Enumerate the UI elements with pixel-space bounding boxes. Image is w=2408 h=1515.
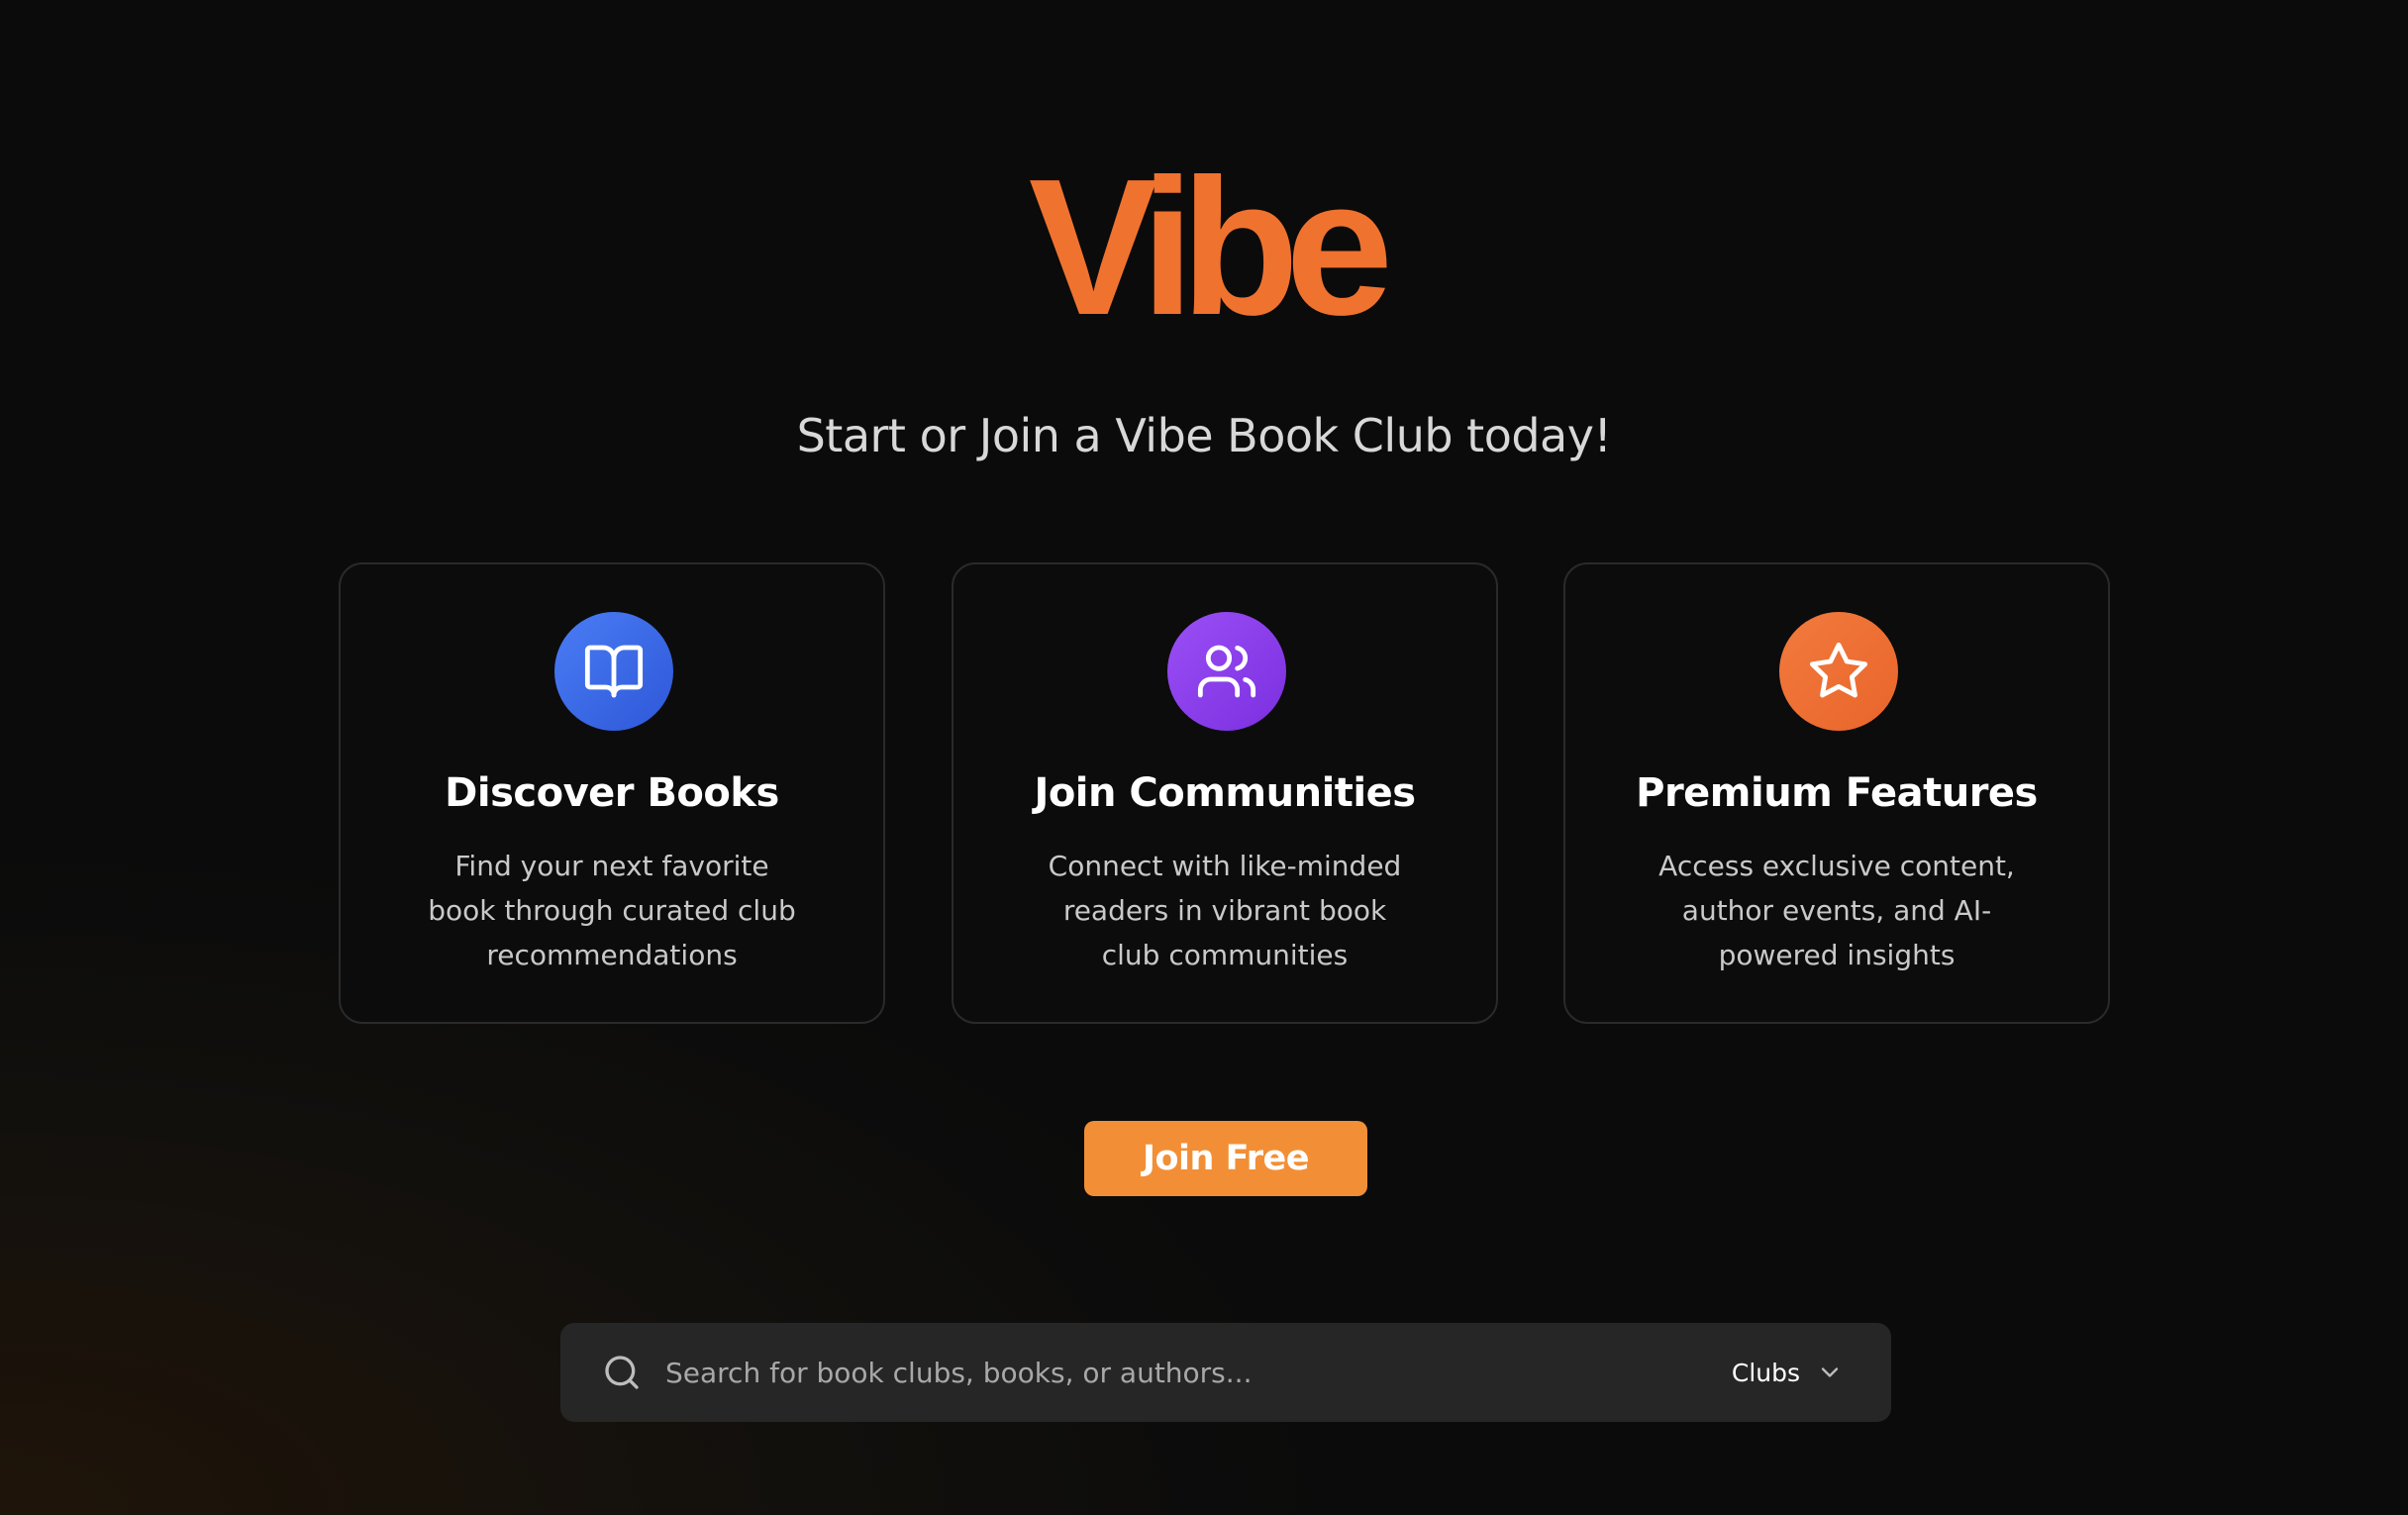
feature-description: Connect with like-minded readers in vibr… xyxy=(1048,850,1402,971)
feature-card-discover-books: Discover Books Find your next favorite b… xyxy=(339,562,885,1024)
chevron-down-icon xyxy=(1821,1367,1839,1377)
feature-description: Access exclusive content, author events,… xyxy=(1658,850,2015,971)
star-icon xyxy=(1809,642,1868,698)
search-filter-dropdown[interactable]: Clubs xyxy=(1732,1348,1844,1397)
feature-description: Find your next favorite book through cur… xyxy=(428,850,796,971)
search-icon xyxy=(605,1356,639,1389)
feature-title: Premium Features xyxy=(1636,770,2038,816)
search-filter-selected: Clubs xyxy=(1731,1358,1800,1387)
feature-title: Join Communities xyxy=(1034,770,1416,816)
search-bar: Clubs xyxy=(560,1323,1891,1422)
feature-icon-badge xyxy=(554,612,673,731)
feature-icon-badge xyxy=(1167,612,1286,731)
hero-tagline: Start or Join a Vibe Book Club today! xyxy=(796,409,1612,462)
book-open-icon xyxy=(584,645,644,698)
search-input[interactable] xyxy=(665,1348,1556,1397)
users-icon xyxy=(1197,645,1256,698)
feature-title: Discover Books xyxy=(445,770,779,816)
brand-logo: Vibe xyxy=(1028,139,1393,355)
feature-card-premium-features: Premium Features Access exclusive conten… xyxy=(1563,562,2110,1024)
feature-icon-badge xyxy=(1779,612,1898,731)
feature-card-join-communities: Join Communities Connect with like-minde… xyxy=(952,562,1498,1024)
join-free-button[interactable]: Join Free xyxy=(1084,1121,1367,1196)
